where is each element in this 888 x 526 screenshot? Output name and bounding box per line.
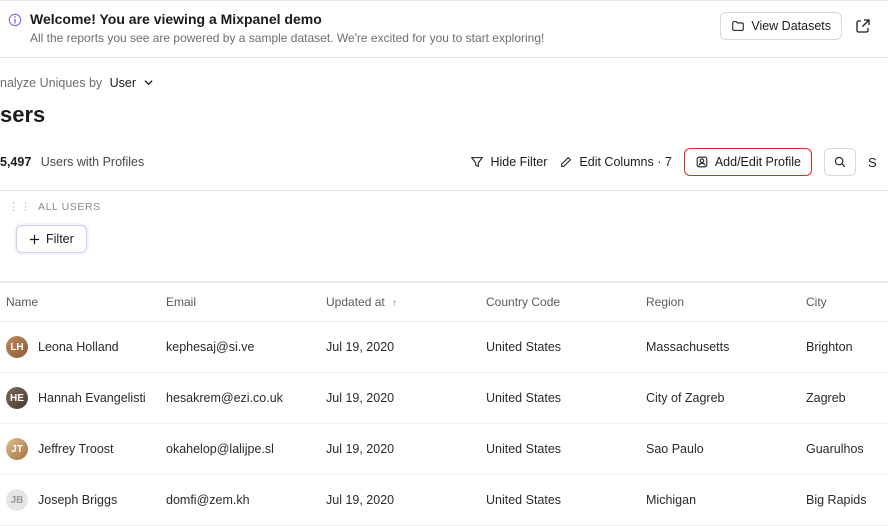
- cell-email: hesakrem@ezi.co.uk: [166, 391, 326, 405]
- col-region[interactable]: Region: [646, 295, 806, 309]
- add-edit-profile-label: Add/Edit Profile: [715, 155, 801, 169]
- analyze-uniques-selector[interactable]: nalyze Uniques by User: [0, 58, 888, 96]
- col-email[interactable]: Email: [166, 295, 326, 309]
- info-icon: [8, 13, 22, 45]
- user-count: 5,497 Users with Profiles: [0, 155, 144, 169]
- folder-icon: [731, 19, 745, 33]
- user-name: Joseph Briggs: [38, 493, 117, 507]
- cell-city: Guarulhos: [806, 442, 882, 456]
- count-number: 5,497: [0, 155, 31, 169]
- cell-region: Sao Paulo: [646, 442, 806, 456]
- avatar: JT: [6, 438, 28, 460]
- pencil-icon: [559, 155, 573, 169]
- cell-city: Big Rapids: [806, 493, 882, 507]
- cell-region: City of Zagreb: [646, 391, 806, 405]
- cell-updated-at: Jul 19, 2020: [326, 442, 486, 456]
- search-text-truncated: S: [868, 155, 888, 170]
- analyze-label: nalyze Uniques by: [0, 76, 102, 90]
- avatar: LH: [6, 336, 28, 358]
- user-name: Hannah Evangelisti: [38, 391, 146, 405]
- table-header: Name Email Updated at ↑ Country Code Reg…: [0, 281, 888, 322]
- filter-icon: [470, 155, 484, 169]
- sort-indicator-icon: ↑: [392, 298, 397, 309]
- banner-subtitle: All the reports you see are powered by a…: [30, 31, 544, 45]
- view-datasets-button[interactable]: View Datasets: [720, 12, 842, 40]
- table-row[interactable]: JB Joseph Briggs domfi@zem.khJul 19, 2020U…: [0, 475, 888, 526]
- edit-columns-button[interactable]: Edit Columns · 7: [559, 155, 671, 169]
- hide-filter-label: Hide Filter: [490, 155, 547, 169]
- profile-icon: [695, 155, 709, 169]
- banner-right: View Datasets: [720, 11, 874, 41]
- cell-updated-at: Jul 19, 2020: [326, 493, 486, 507]
- edit-columns-label: Edit Columns · 7: [579, 155, 671, 169]
- cell-region: Massachusetts: [646, 340, 806, 354]
- view-datasets-label: View Datasets: [751, 19, 831, 33]
- toolbar: Hide Filter Edit Columns · 7 Add/Edit Pr…: [470, 148, 888, 176]
- cell-name: HE Hannah Evangelisti: [6, 387, 166, 409]
- cell-city: Brighton: [806, 340, 882, 354]
- cell-region: Michigan: [646, 493, 806, 507]
- user-name: Jeffrey Troost: [38, 442, 114, 456]
- cell-country-code: United States: [486, 493, 646, 507]
- all-users-section: ⋮⋮ ALL USERS: [0, 191, 888, 221]
- avatar: HE: [6, 387, 28, 409]
- analyze-value: User: [110, 76, 136, 90]
- filter-chip-label: Filter: [46, 232, 74, 246]
- table-row[interactable]: HE Hannah Evangelisti hesakrem@ezi.co.ukJu…: [0, 373, 888, 424]
- external-link-button[interactable]: [852, 11, 874, 41]
- count-toolbar-row: 5,497 Users with Profiles Hide Filter Ed…: [0, 144, 888, 191]
- demo-banner: Welcome! You are viewing a Mixpanel demo…: [0, 0, 888, 58]
- col-country-code[interactable]: Country Code: [486, 295, 646, 309]
- cell-name: LH Leona Holland: [6, 336, 166, 358]
- cell-country-code: United States: [486, 442, 646, 456]
- avatar: JB: [6, 489, 28, 511]
- drag-handle-icon[interactable]: ⋮⋮: [8, 203, 32, 211]
- cell-email: okahelop@lalijpe.sl: [166, 442, 326, 456]
- cell-name: JB Joseph Briggs: [6, 489, 166, 511]
- cell-updated-at: Jul 19, 2020: [326, 340, 486, 354]
- add-filter-button[interactable]: Filter: [16, 225, 87, 253]
- cell-updated-at: Jul 19, 2020: [326, 391, 486, 405]
- add-edit-profile-button[interactable]: Add/Edit Profile: [684, 148, 812, 176]
- users-table: Name Email Updated at ↑ Country Code Reg…: [0, 281, 888, 526]
- search-button[interactable]: [824, 148, 856, 176]
- all-users-label: ALL USERS: [38, 201, 101, 213]
- chevron-down-icon: [144, 76, 153, 90]
- cell-country-code: United States: [486, 340, 646, 354]
- user-name: Leona Holland: [38, 340, 119, 354]
- cell-name: JT Jeffrey Troost: [6, 438, 166, 460]
- col-updated-at[interactable]: Updated at ↑: [326, 295, 486, 309]
- search-icon: [833, 155, 847, 169]
- plus-icon: [29, 234, 40, 245]
- table-row[interactable]: LH Leona Holland kephesaj@si.veJul 19, 202…: [0, 322, 888, 373]
- banner-text: Welcome! You are viewing a Mixpanel demo…: [30, 11, 544, 45]
- count-label: Users with Profiles: [41, 155, 145, 169]
- banner-left: Welcome! You are viewing a Mixpanel demo…: [8, 11, 544, 45]
- cell-city: Zagreb: [806, 391, 882, 405]
- hide-filter-button[interactable]: Hide Filter: [470, 155, 547, 169]
- cell-email: kephesaj@si.ve: [166, 340, 326, 354]
- col-name[interactable]: Name: [6, 295, 166, 309]
- table-row[interactable]: JT Jeffrey Troost okahelop@lalijpe.slJul 1…: [0, 424, 888, 475]
- cell-email: domfi@zem.kh: [166, 493, 326, 507]
- col-city[interactable]: City: [806, 295, 882, 309]
- cell-country-code: United States: [486, 391, 646, 405]
- banner-title: Welcome! You are viewing a Mixpanel demo: [30, 11, 544, 27]
- page-title: sers: [0, 96, 888, 144]
